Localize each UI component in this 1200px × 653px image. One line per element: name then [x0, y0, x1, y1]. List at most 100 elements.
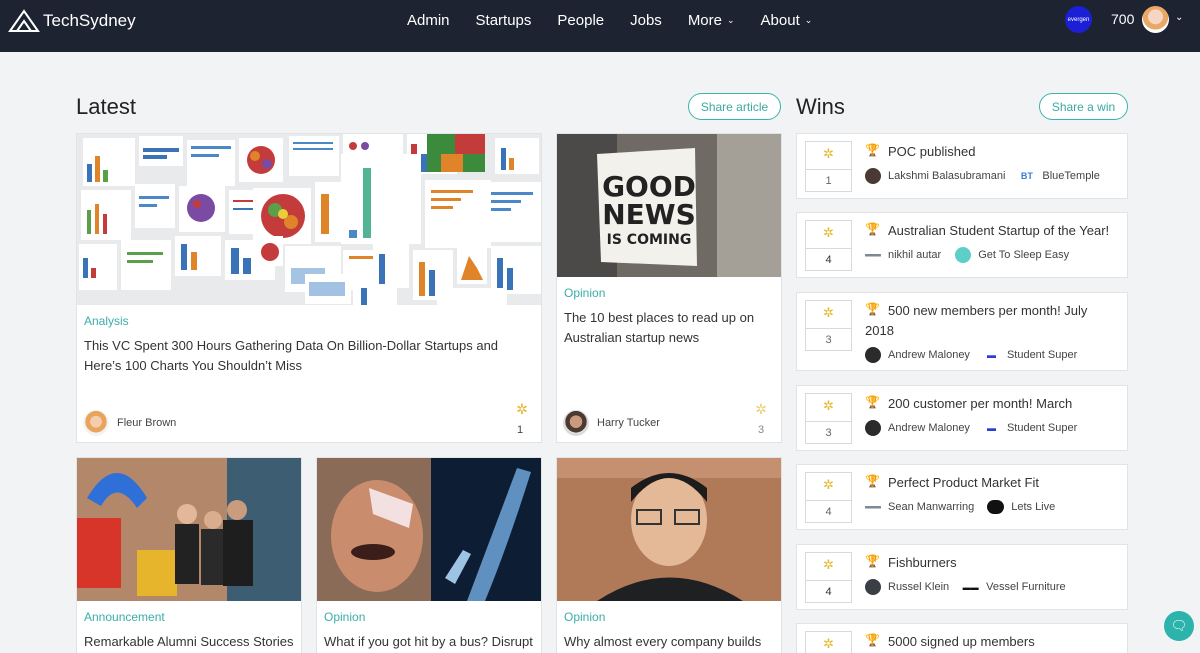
person-avatar — [865, 499, 881, 515]
article-category[interactable]: Opinion — [564, 286, 605, 300]
org-name[interactable]: Lets Live — [1011, 501, 1055, 513]
article-category[interactable]: Announcement — [84, 610, 165, 624]
clapping-hands-icon: ✲ — [823, 146, 834, 161]
clap-button[interactable]: ✲ 4 — [805, 472, 852, 523]
good-news-image: GOOD NEWS IS COMING — [557, 134, 781, 277]
portrait-photo — [557, 458, 781, 601]
clap-button[interactable]: ✲ 4 — [805, 552, 852, 603]
win-title[interactable]: POC published — [888, 142, 1118, 162]
chevron-down-icon: ⌄ — [727, 14, 735, 25]
org-switcher-avatar[interactable]: evergen — [1065, 6, 1092, 33]
win-card[interactable]: ✲ 4 🏆 Fishburners Russel Klein ▬▬ Vessel … — [796, 544, 1128, 610]
bluetemple-logo-icon: BT — [1020, 171, 1033, 181]
org-name[interactable]: Vessel Furniture — [986, 581, 1065, 593]
mountain-logo-icon — [8, 9, 40, 32]
article-card[interactable]: Opinion Why almost every company builds — [556, 457, 782, 653]
win-card[interactable]: ✲ 3 🏆 500 new members per month! July 201… — [796, 292, 1128, 371]
article-author[interactable]: Fleur Brown — [83, 410, 176, 436]
article-category[interactable]: Opinion — [324, 610, 365, 624]
win-title[interactable]: Fishburners — [888, 553, 1118, 573]
clapping-hands-icon: ✲ — [823, 477, 834, 492]
person-name[interactable]: Russel Klein — [888, 581, 949, 593]
share-win-button[interactable]: Share a win — [1039, 93, 1128, 120]
win-title[interactable]: Australian Student Startup of the Year! — [888, 221, 1118, 241]
user-avatar[interactable] — [1142, 6, 1169, 33]
article-title[interactable]: What if you got hit by a bus? Disrupt — [324, 632, 539, 652]
clapping-hands-icon: ✲ — [823, 225, 834, 240]
win-people: nikhil autar Get To Sleep Easy — [865, 247, 1069, 263]
person-name[interactable]: nikhil autar — [888, 249, 941, 261]
win-title[interactable]: 200 customer per month! March — [888, 394, 1118, 414]
chat-bubbles-icon[interactable]: 🗨 — [1164, 611, 1194, 641]
get-to-sleep-easy-logo-icon — [954, 247, 971, 263]
author-name: Harry Tucker — [597, 417, 660, 429]
clap-count: 1 — [825, 175, 832, 187]
org-name[interactable]: Get To Sleep Easy — [978, 249, 1069, 261]
chevron-down-icon[interactable]: ⌄ — [1175, 12, 1183, 23]
person-name[interactable]: Andrew Maloney — [888, 422, 970, 434]
clapping-hands-icon[interactable]: ✲ — [751, 401, 771, 418]
win-card[interactable]: ✲ 4 🏆 Perfect Product Market Fit Sean Man… — [796, 464, 1128, 530]
clap-button[interactable]: ✲ — [805, 631, 852, 653]
charts-collage-image — [77, 134, 541, 305]
clapping-hands-icon: ✲ — [823, 557, 834, 572]
win-card[interactable]: ✲ 1 🏆 POC published Lakshmi Balasubramani… — [796, 133, 1128, 199]
article-card[interactable]: GOOD NEWS IS COMING Opinion The 10 best … — [556, 133, 782, 443]
author-avatar — [563, 410, 589, 436]
win-card[interactable]: ✲ 3 🏆 200 customer per month! March Andre… — [796, 385, 1128, 451]
trophy-icon: 🏆 — [865, 633, 880, 647]
article-author[interactable]: Harry Tucker — [563, 410, 660, 436]
article-card[interactable]: Announcement Remarkable Alumni Success S… — [76, 457, 302, 653]
nav-admin[interactable]: Admin — [407, 12, 450, 29]
article-category[interactable]: Opinion — [564, 610, 605, 624]
nav-people[interactable]: People — [557, 12, 604, 29]
trophy-icon: 🏆 — [865, 222, 880, 236]
image-text-is-coming: IS COMING — [607, 232, 692, 248]
article-title[interactable]: Remarkable Alumni Success Stories — [84, 632, 299, 652]
win-title[interactable]: Perfect Product Market Fit — [888, 473, 1118, 493]
person-avatar — [865, 347, 881, 363]
nav-startups[interactable]: Startups — [476, 12, 532, 29]
student-super-logo-icon: ▬ — [986, 350, 996, 360]
techsydney-logo[interactable]: TechSydney — [8, 8, 136, 34]
article-title[interactable]: This VC Spent 300 Hours Gathering Data O… — [84, 336, 524, 376]
org-name[interactable]: Student Super — [1007, 349, 1077, 361]
person-name[interactable]: Andrew Maloney — [888, 349, 970, 361]
person-avatar — [865, 168, 881, 184]
clapping-hands-icon: ✲ — [823, 636, 834, 651]
article-category[interactable]: Analysis — [84, 314, 129, 328]
clapping-hands-icon[interactable]: ✲ — [512, 401, 532, 418]
nav-more[interactable]: More ⌄ — [688, 12, 735, 29]
org-name[interactable]: BlueTemple — [1042, 170, 1099, 182]
article-card[interactable]: Analysis This VC Spent 300 Hours Gatheri… — [76, 133, 542, 443]
wins-heading: Wins — [796, 94, 845, 119]
article-card[interactable]: Opinion What if you got hit by a bus? Di… — [316, 457, 542, 653]
nav-jobs[interactable]: Jobs — [630, 12, 662, 29]
win-card[interactable]: ✲ 4 🏆 Australian Student Startup of the Y… — [796, 212, 1128, 278]
top-navbar: TechSydney Admin Startups People Jobs Mo… — [0, 0, 1200, 52]
win-people: Andrew Maloney ▬ Student Super — [865, 420, 1077, 436]
share-article-button[interactable]: Share article — [688, 93, 781, 120]
alumni-photo — [77, 458, 301, 601]
article-title[interactable]: The 10 best places to read up on Austral… — [564, 308, 774, 348]
org-name[interactable]: Student Super — [1007, 422, 1077, 434]
person-name[interactable]: Sean Manwarring — [888, 501, 974, 513]
clap-count: 4 — [825, 586, 832, 598]
clap-button[interactable]: ✲ 3 — [805, 393, 852, 444]
clap-count: 4 — [825, 254, 832, 266]
article-title[interactable]: Why almost every company builds — [564, 632, 779, 652]
win-title[interactable]: 5000 signed up members — [888, 632, 1118, 652]
chevron-down-icon: ⌄ — [804, 14, 813, 25]
clap-button[interactable]: ✲ 3 — [805, 300, 852, 351]
win-title[interactable]: 500 new members per month! July 2018 — [865, 301, 1115, 341]
trophy-icon: 🏆 — [865, 395, 880, 409]
person-avatar — [865, 420, 881, 436]
person-name[interactable]: Lakshmi Balasubramani — [888, 170, 1005, 182]
clap-button[interactable]: ✲ 4 — [805, 220, 852, 271]
latest-heading: Latest — [76, 94, 136, 119]
trophy-icon: 🏆 — [865, 554, 880, 568]
nav-about[interactable]: About ⌄ — [761, 12, 813, 29]
clap-button[interactable]: ✲ 1 — [805, 141, 852, 192]
win-card[interactable]: ✲ 🏆 5000 signed up members — [796, 623, 1128, 653]
trophy-icon: 🏆 — [865, 474, 880, 488]
